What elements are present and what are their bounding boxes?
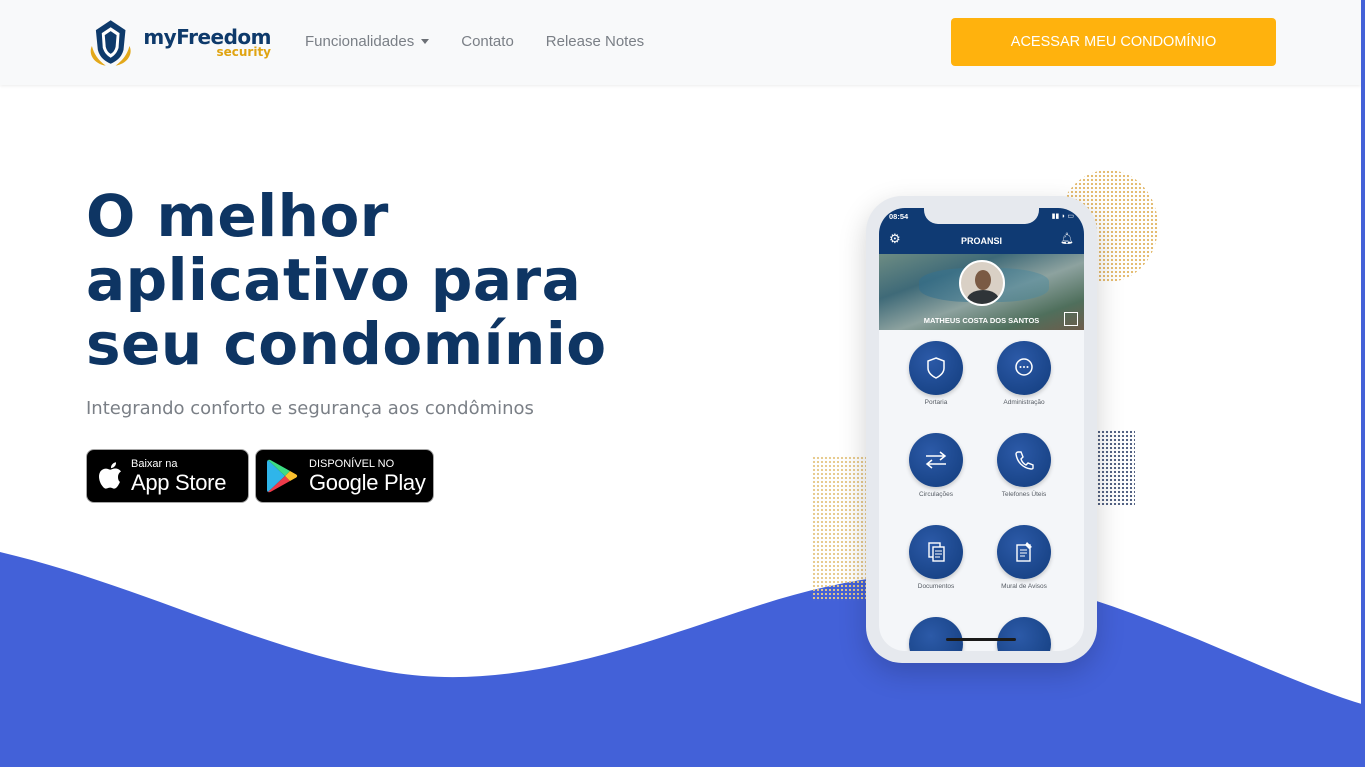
decorative-dots-right — [1097, 430, 1135, 505]
qr-code-icon — [1064, 312, 1078, 326]
menu-item-documentos: Documentos — [891, 525, 981, 590]
app-title: PROANSI — [960, 236, 1002, 246]
menu-item-label: Administração — [1003, 399, 1045, 406]
nav-item-label: Release Notes — [545, 33, 645, 50]
store-badges: Baixar na App Store DISPONÍVEL NO Google… — [86, 449, 434, 503]
google-play-icon — [267, 459, 298, 493]
menu-item-circulacoes: Circulações — [891, 433, 981, 498]
phone-icon — [997, 433, 1051, 487]
logo-sub-text: security — [216, 44, 271, 59]
hero-wave-background — [0, 552, 1365, 767]
menu-item-label: Mural de Avisos — [1001, 583, 1047, 590]
hero-title-line: O melhor — [86, 182, 389, 250]
nav-links: Funcionalidades Contato Release Notes — [305, 33, 644, 50]
nav-item-label: Funcionalidades — [305, 33, 415, 50]
hero-title: O melhor aplicativo para seu condomínio — [86, 184, 706, 376]
avatar — [959, 260, 1005, 306]
notice-icon — [997, 525, 1051, 579]
menu-item-portaria: Portaria — [891, 341, 981, 406]
home-indicator — [946, 638, 1016, 641]
phone-mockup: 08:54 ▮▮ ◗ ▭ ⚙ PROANSI 🔔︎ MATHEUS COSTA … — [866, 196, 1097, 663]
access-condo-button[interactable]: ACESSAR MEU CONDOMÍNIO — [951, 18, 1276, 66]
google-play-badge[interactable]: DISPONÍVEL NO Google Play — [255, 449, 434, 503]
nav-item-release-notes[interactable]: Release Notes — [546, 33, 644, 50]
menu-item-administracao: Administração — [979, 341, 1069, 406]
menu-item-telefones: Telefones Úteis — [979, 433, 1069, 498]
nav-item-contato[interactable]: Contato — [461, 33, 514, 50]
hero-title-line: seu condomínio — [86, 310, 607, 378]
chat-icon — [997, 341, 1051, 395]
decorative-dots-left — [812, 456, 868, 601]
badge-small-text: Baixar na — [131, 457, 178, 470]
phone-notch — [924, 208, 1039, 224]
brand-logo[interactable]: myFreedom security — [86, 16, 271, 68]
chart-icon — [909, 617, 963, 651]
top-navbar: myFreedom security Funcionalidades Conta… — [0, 0, 1361, 85]
user-name: MATHEUS COSTA DOS SANTOS — [923, 316, 1040, 325]
hero-title-line: aplicativo para — [86, 246, 582, 314]
logo-main-text: myFreedom — [143, 24, 271, 49]
swap-icon — [909, 433, 963, 487]
menu-item-label: Circulações — [919, 491, 953, 498]
menu-item-label: Documentos — [917, 583, 955, 590]
badge-big-text: App Store — [131, 469, 227, 495]
bell-icon: 🔔︎ — [1060, 232, 1074, 245]
signal-battery-icon: ▮▮ ◗ ▭ — [1051, 213, 1074, 220]
app-store-badge[interactable]: Baixar na App Store — [86, 449, 249, 503]
status-time: 08:54 — [889, 212, 909, 221]
phone-screen: 08:54 ▮▮ ◗ ▭ ⚙ PROANSI 🔔︎ MATHEUS COSTA … — [879, 208, 1084, 651]
menu-item-partial — [891, 617, 981, 651]
shield-icon — [909, 341, 963, 395]
scrollbar[interactable] — [1361, 0, 1365, 767]
documents-icon — [909, 525, 963, 579]
menu-item-label: Portaria — [924, 399, 948, 406]
menu-item-label: Telefones Úteis — [1001, 491, 1047, 498]
caret-down-icon — [421, 39, 430, 44]
profile-cover-image: MATHEUS COSTA DOS SANTOS — [879, 254, 1084, 330]
app-header: 08:54 ▮▮ ◗ ▭ ⚙ PROANSI 🔔︎ — [879, 208, 1084, 254]
hero-subtitle: Integrando conforto e segurança aos cond… — [86, 398, 534, 419]
menu-item-mural: Mural de Avisos — [979, 525, 1069, 590]
landing-page: myFreedom security Funcionalidades Conta… — [0, 0, 1365, 767]
badge-big-text: Google Play — [309, 469, 426, 495]
menu-item-partial — [979, 617, 1069, 651]
shield-logo-icon — [90, 20, 131, 66]
tool-icon — [997, 617, 1051, 651]
badge-small-text: DISPONÍVEL NO — [309, 457, 395, 470]
apple-icon — [99, 462, 121, 489]
nav-item-label: Contato — [461, 33, 514, 50]
nav-item-funcionalidades[interactable]: Funcionalidades — [305, 33, 430, 50]
